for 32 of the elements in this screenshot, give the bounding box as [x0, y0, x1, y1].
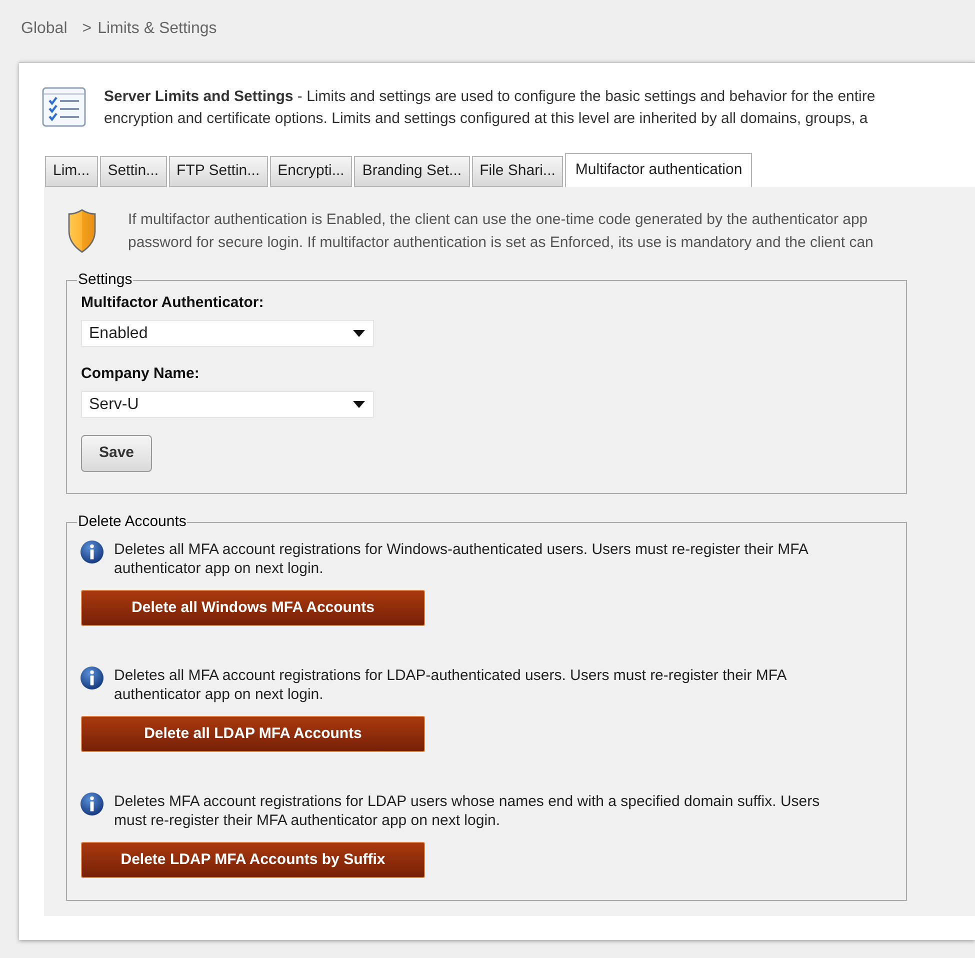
- dropdown[interactable]: Serv-U: [81, 391, 374, 418]
- field-label: Company Name:: [81, 364, 200, 384]
- checklist-icon: [42, 87, 86, 127]
- group-legend: Settings: [77, 270, 134, 290]
- tab[interactable]: File Shari...: [472, 156, 564, 187]
- header-description: Server Limits and Settings - Limits and settings are used to configure the basic settings and behavior for the entire encryption and certificate options. Limits and settings configured at this level are inherited by all domains, groups, a: [104, 87, 876, 129]
- info-icon: [80, 792, 104, 816]
- caret-icon: [353, 401, 365, 408]
- caret-icon: [353, 330, 365, 337]
- info-text: Deletes MFA account registrations for LDAP users whose names end with a specified domain suffix. Users must re-register their MFA authenticator app on next login.: [114, 792, 821, 830]
- info-text: Deletes all MFA account registrations for LDAP-authenticated users. Users must re-register their MFA authenticator app on next login.: [114, 666, 788, 704]
- delete-button[interactable]: Delete LDAP MFA Accounts by Suffix: [81, 842, 425, 878]
- group-legend: Delete Accounts: [77, 512, 188, 532]
- shield-icon: [68, 209, 96, 253]
- breadcrumb-link[interactable]: Global: [21, 19, 68, 39]
- tab[interactable]: Settin...: [100, 156, 167, 187]
- info-text: Deletes all MFA account registrations for Windows-authenticated users. Users must re-register their MFA authenticator app on next login.: [114, 540, 810, 578]
- info-icon: [80, 666, 104, 690]
- tab[interactable]: Multifactor authentication: [565, 153, 752, 187]
- breadcrumb-separator: >: [82, 19, 92, 39]
- delete-button[interactable]: Delete all Windows MFA Accounts: [81, 590, 425, 626]
- tab[interactable]: Encrypti...: [270, 156, 352, 187]
- info-icon: [80, 540, 104, 564]
- delete-button[interactable]: Delete all LDAP MFA Accounts: [81, 716, 425, 752]
- field-label: Multifactor Authenticator:: [81, 293, 264, 313]
- tab[interactable]: FTP Settin...: [168, 156, 268, 187]
- tab[interactable]: Branding Set...: [354, 156, 470, 187]
- breadcrumb-current: Limits & Settings: [98, 19, 217, 39]
- save-button[interactable]: Save: [81, 435, 152, 472]
- notice-text: If multifactor authentication is Enabled, the client can use the one-time code generated by the authenticator app password for secure login. If multifactor authentication is set as Enforced, its use is mandatory and the client can: [128, 210, 874, 253]
- dropdown[interactable]: Enabled: [81, 320, 374, 347]
- tab[interactable]: Lim...: [45, 156, 98, 187]
